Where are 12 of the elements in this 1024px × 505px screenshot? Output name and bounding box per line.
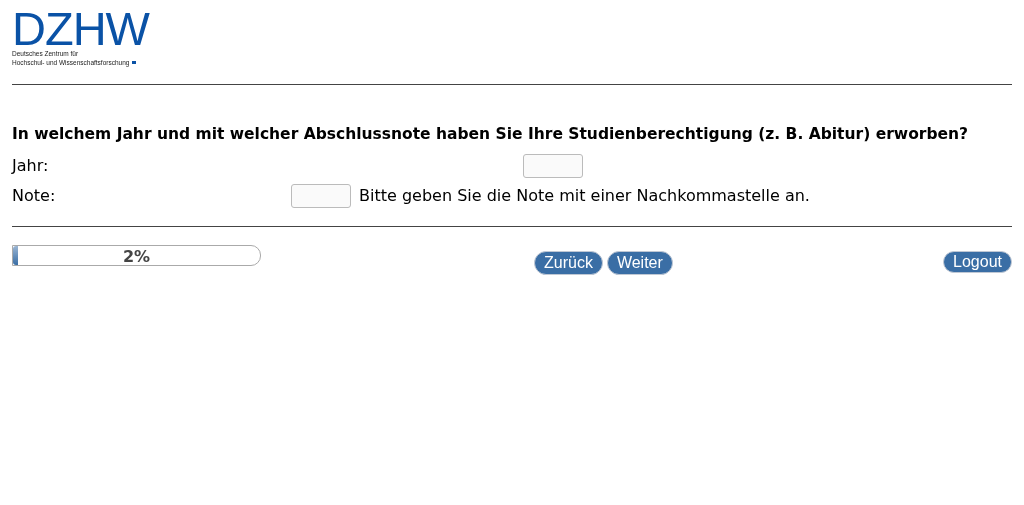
field-label: Note: [12, 185, 57, 208]
progress-label: 2% [121, 246, 152, 266]
field-label: Jahr: [12, 155, 50, 178]
nav-button[interactable]: Weiter [606, 251, 673, 276]
field-hint: Bitte geben Sie die Note mit einer Nachkommastelle an. [359, 185, 810, 208]
nav-button[interactable]: Zurück [534, 251, 603, 276]
logout-button[interactable]: Logout [943, 251, 1012, 274]
question-text: In welchem Jahr und mit welcher Abschlussnote haben Sie Ihre Studienberechtigung (z. B. Abitur) erworben? [12, 124, 970, 145]
input-field[interactable] [523, 154, 583, 179]
logo-wordmark: DZHW [12, 9, 151, 49]
input-field[interactable] [291, 184, 351, 209]
logo-square-icon [132, 61, 137, 64]
